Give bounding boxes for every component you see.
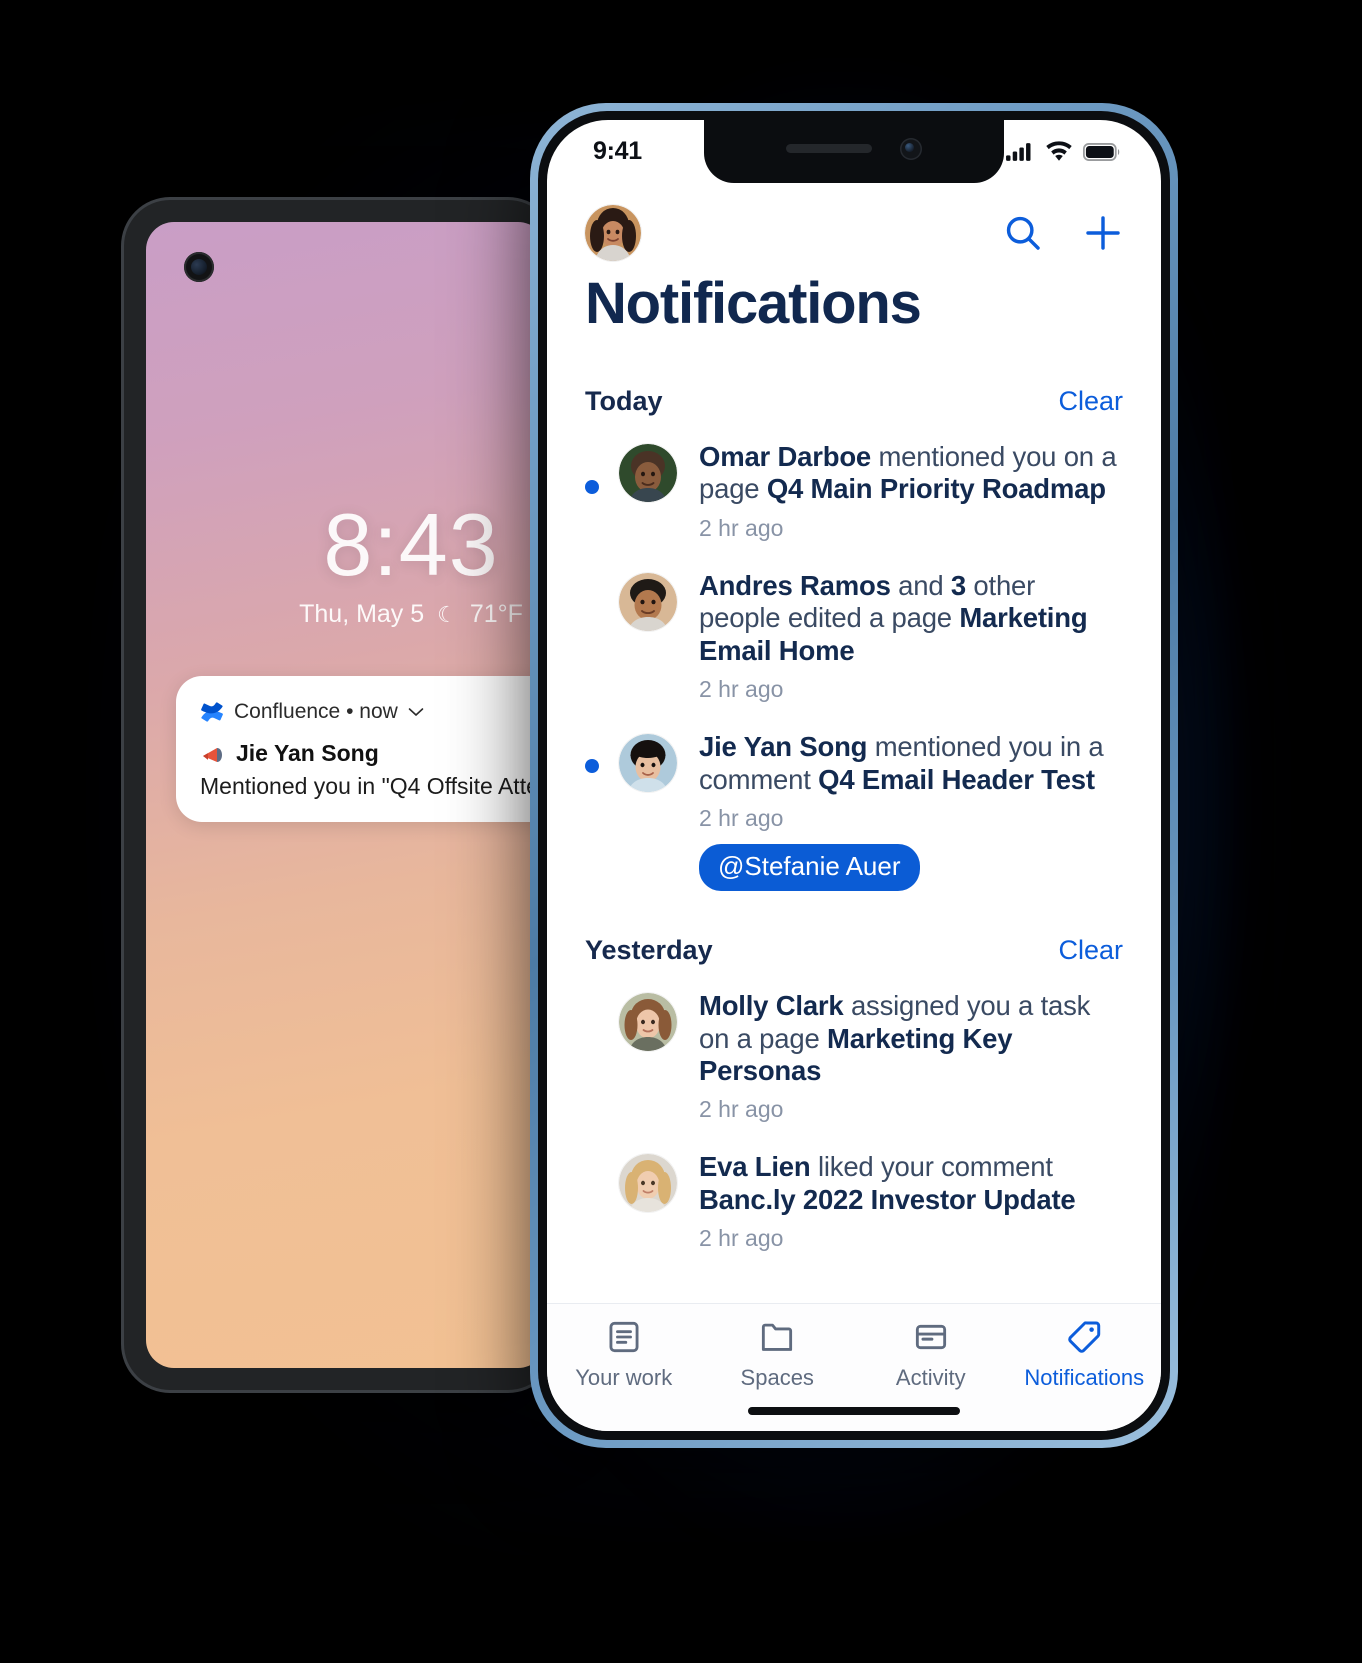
notification-body: Eva Lien liked your comment Banc.ly 2022…: [699, 1151, 1123, 1252]
activity-icon: [912, 1318, 950, 1356]
lock-screen-clock: 8:43: [323, 495, 499, 594]
section-header-today: Today Clear: [585, 368, 1123, 423]
tab-spaces[interactable]: Spaces: [701, 1318, 855, 1391]
home-indicator[interactable]: [748, 1407, 960, 1415]
your-work-icon: [605, 1318, 643, 1356]
tab-label: Activity: [895, 1365, 966, 1390]
wifi-icon: [1044, 140, 1074, 163]
notification-action: liked your comment: [810, 1151, 1053, 1183]
avatar[interactable]: [619, 444, 677, 502]
lock-screen-date-text: Thu, May 5: [299, 600, 425, 628]
notification-text: Omar Darboe mentioned you on a page Q4 M…: [699, 441, 1117, 505]
notification-item[interactable]: Omar Darboe mentioned you on a page Q4 M…: [585, 423, 1123, 552]
megaphone-icon: [200, 741, 226, 767]
notification-text: Jie Yan Song mentioned you in a comment …: [699, 731, 1104, 794]
tab-label: Your work: [575, 1365, 673, 1390]
notification-body: Andres Ramos and 3 other people edited a…: [699, 570, 1123, 703]
screenshot-stage: 8:43 Thu, May 5 ☾ 71°F Confluence • now: [0, 0, 1362, 1663]
notification-item[interactable]: Jie Yan Song mentioned you in a comment …: [585, 713, 1123, 901]
cellular-signal-icon: [1006, 142, 1035, 162]
battery-icon: [1083, 142, 1121, 161]
notification-target: Banc.ly 2022 Investor Update: [699, 1183, 1076, 1215]
notification-timestamp: 2 hr ago: [699, 1096, 784, 1123]
avatar[interactable]: [619, 572, 677, 631]
android-phone-device: 8:43 Thu, May 5 ☾ 71°F Confluence • now: [124, 200, 554, 1390]
notification-body: Jie Yan Song mentioned you in a comment …: [699, 731, 1123, 892]
section-header-yesterday: Yesterday Clear: [585, 901, 1123, 972]
lock-screen-date: Thu, May 5 ☾ 71°F: [146, 600, 546, 629]
unread-indicator-dot: [585, 759, 599, 774]
notification-timestamp: 2 hr ago: [699, 676, 784, 703]
mention-pill[interactable]: @Stefanie Auer: [699, 844, 920, 892]
tab-label: Spaces: [740, 1365, 814, 1390]
notification-list-yesterday: Molly Clark assigned you a task on a pag…: [585, 972, 1123, 1262]
notification-item[interactable]: Andres Ramos and 3 other people edited a…: [585, 552, 1123, 713]
notification-timestamp: 2 hr ago: [699, 1225, 784, 1252]
notification-list-today: Omar Darboe mentioned you on a page Q4 M…: [585, 423, 1123, 901]
status-bar-indicators: [1006, 140, 1121, 163]
status-bar-time: 9:41: [593, 137, 642, 165]
notification-bell-icon: [1065, 1318, 1103, 1356]
tab-notifications[interactable]: Notifications: [1008, 1318, 1162, 1391]
notification-target: Q4 Main Priority Roadmap: [766, 473, 1106, 505]
header-actions: [1003, 213, 1123, 253]
avatar[interactable]: [619, 734, 677, 793]
notification-actor: Molly Clark: [699, 990, 844, 1022]
search-icon[interactable]: [1003, 213, 1043, 253]
avatar[interactable]: [619, 1154, 677, 1213]
notification-card-message: Mentioned you in "Q4 Offsite Attende: [200, 773, 546, 799]
notification-actor: Andres Ramos: [699, 569, 891, 601]
notification-actor: Eva Lien: [699, 1151, 811, 1183]
android-lock-screen: 8:43 Thu, May 5 ☾ 71°F Confluence • now: [146, 222, 546, 1368]
section-title: Yesterday: [585, 935, 713, 966]
avatar[interactable]: [619, 993, 677, 1052]
tab-activity[interactable]: Activity: [854, 1318, 1008, 1391]
notification-timestamp: 2 hr ago: [699, 805, 784, 832]
notification-actor: Jie Yan Song: [699, 731, 868, 763]
notification-card-header: Confluence • now: [200, 700, 546, 724]
notifications-feed[interactable]: Today Clear Omar Darboe mentioned you on…: [547, 368, 1161, 1303]
lockscreen-notification-card[interactable]: Confluence • now Jie Yan Song Mentioned …: [176, 676, 546, 822]
iphone-device: 9:41 Notifications Today Clear Omar Darb…: [530, 103, 1178, 1448]
crescent-moon-icon: ☾: [437, 602, 457, 627]
notification-actor: Omar Darboe: [699, 441, 872, 472]
lock-screen-temperature: 71°F: [469, 600, 523, 628]
notification-text: Andres Ramos and 3 other people edited a…: [699, 569, 1088, 666]
notification-card-app-meta: Confluence • now: [234, 700, 398, 723]
page-title: Notifications: [585, 271, 922, 336]
notification-text: Eva Lien liked your comment Banc.ly 2022…: [699, 1151, 1076, 1214]
unread-indicator-dot: [585, 480, 599, 495]
app-header: [547, 183, 1161, 261]
notification-action-mid: and: [890, 569, 951, 601]
folder-icon: [758, 1318, 796, 1356]
section-title: Today: [585, 386, 663, 416]
front-camera-icon: [900, 137, 922, 160]
tab-label: Notifications: [1024, 1365, 1145, 1390]
iphone-screen: 9:41 Notifications Today Clear Omar Darb…: [547, 120, 1161, 1431]
avatar[interactable]: [585, 205, 641, 261]
notification-count: 3: [950, 569, 966, 601]
earpiece-speaker-icon: [786, 144, 872, 153]
plus-icon[interactable]: [1083, 213, 1123, 253]
tab-your-work[interactable]: Your work: [547, 1318, 701, 1391]
clear-yesterday-button[interactable]: Clear: [1058, 935, 1123, 966]
notification-timestamp: 2 hr ago: [699, 514, 784, 541]
notification-card-sender-row: Jie Yan Song: [200, 740, 546, 767]
notification-body: Molly Clark assigned you a task on a pag…: [699, 990, 1123, 1123]
notification-body: Omar Darboe mentioned you on a page Q4 M…: [699, 441, 1123, 542]
notification-item[interactable]: Eva Lien liked your comment Banc.ly 2022…: [585, 1133, 1123, 1262]
iphone-notch: [704, 120, 1004, 183]
confluence-logo-icon: [200, 700, 224, 724]
notification-target: Q4 Email Header Test: [818, 763, 1095, 795]
notification-text: Molly Clark assigned you a task on a pag…: [699, 990, 1090, 1086]
notification-card-sender: Jie Yan Song: [236, 740, 379, 766]
front-camera-icon: [184, 252, 214, 282]
iphone-bezel: 9:41 Notifications Today Clear Omar Darb…: [538, 111, 1170, 1440]
notification-item[interactable]: Molly Clark assigned you a task on a pag…: [585, 972, 1123, 1133]
clear-today-button[interactable]: Clear: [1058, 386, 1123, 417]
chevron-down-icon[interactable]: [408, 707, 424, 717]
